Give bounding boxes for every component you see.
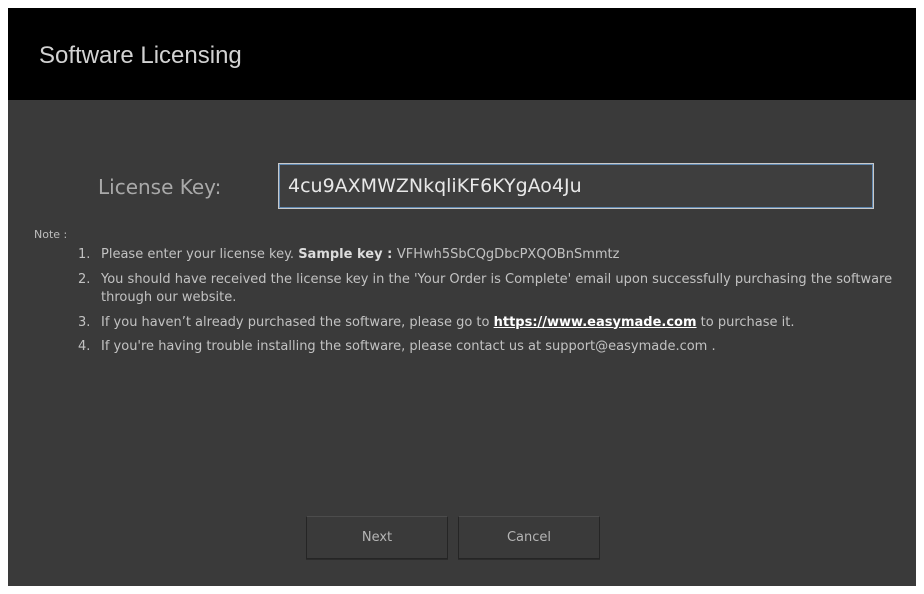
website-link[interactable]: https://www.easymade.com (494, 315, 697, 330)
note-text: If you're having trouble installing the … (101, 339, 716, 354)
note-text: You should have received the license key… (101, 271, 893, 306)
note-item-3: 3. If you haven’t already purchased the … (78, 314, 898, 333)
note-number: 2. (78, 271, 91, 287)
note-list: 1. Please enter your license key. Sample… (78, 246, 898, 363)
sample-key-value: VFHwh5SbCQgDbcPXQOBnSmmtz (396, 247, 620, 262)
note-item-4: 4. If you're having trouble installing t… (78, 338, 898, 357)
sample-key-label: Sample key (298, 247, 383, 262)
note-text-before-link: If you haven’t already purchased the sof… (101, 314, 494, 330)
license-key-label: License Key: (98, 175, 222, 199)
sample-key-separator: : (382, 247, 397, 262)
note-item-2: 2. You should have received the license … (78, 271, 898, 308)
window-title: Software Licensing (39, 42, 242, 69)
note-number: 3. (78, 314, 91, 330)
note-number: 4. (78, 339, 91, 354)
note-number: 1. (78, 247, 91, 262)
note-item-1: 1. Please enter your license key. Sample… (78, 246, 898, 265)
note-text: Please enter your license key. (101, 247, 295, 262)
cancel-button[interactable]: Cancel (458, 516, 600, 559)
license-key-input[interactable] (278, 163, 874, 209)
next-button[interactable]: Next (306, 516, 448, 559)
licensing-window: Software Licensing License Key: Note : 1… (8, 8, 916, 586)
note-text-after-link: to purchase it. (696, 314, 795, 330)
title-bar: Software Licensing (8, 8, 916, 100)
note-heading: Note : (34, 228, 68, 241)
